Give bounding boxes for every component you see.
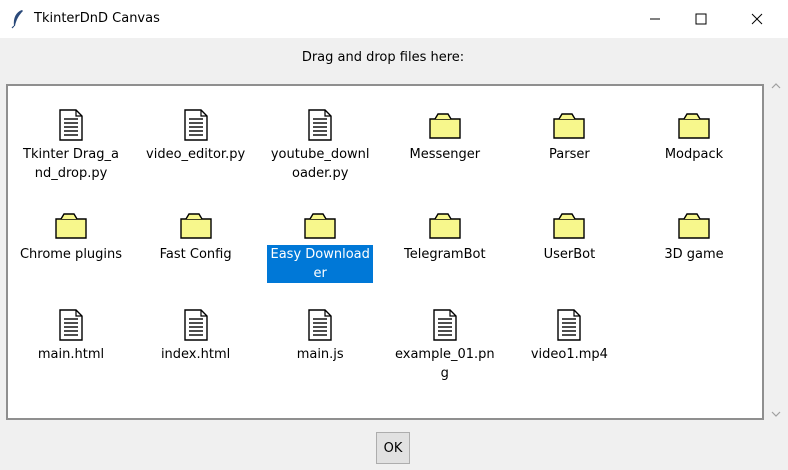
item-label: 3D game <box>664 247 724 262</box>
text-file-icon <box>553 308 585 342</box>
minimize-button[interactable] <box>632 0 678 38</box>
file-item[interactable]: youtube_downloader.py <box>258 108 382 183</box>
folder-icon <box>304 208 336 242</box>
item-label: Modpack <box>664 147 724 162</box>
file-item[interactable]: Tkinter Drag_and_drop.py <box>9 108 133 183</box>
maximize-icon <box>695 13 707 25</box>
text-file-icon <box>429 308 461 342</box>
title-bar: TkinterDnD Canvas <box>0 0 788 38</box>
close-button[interactable] <box>734 0 780 38</box>
feather-icon <box>11 10 23 29</box>
item-label: UserBot <box>543 247 596 262</box>
file-item[interactable]: main.html <box>9 308 133 364</box>
file-item[interactable]: video_editor.py <box>134 108 258 164</box>
vertical-scrollbar[interactable] <box>768 76 784 422</box>
item-label: example_01.png <box>394 347 495 381</box>
item-label: index.html <box>160 347 231 362</box>
item-label: video1.mp4 <box>530 347 608 362</box>
close-icon <box>751 13 763 25</box>
text-file-icon <box>180 308 212 342</box>
text-file-icon <box>180 108 212 142</box>
folder-item[interactable]: Easy Downloader <box>258 208 382 283</box>
folder-item[interactable]: 3D game <box>632 208 756 264</box>
folder-item[interactable]: UserBot <box>507 208 631 264</box>
folder-icon <box>55 208 87 242</box>
text-file-icon <box>304 108 336 142</box>
item-label: main.js <box>296 347 344 362</box>
folder-item[interactable]: Fast Config <box>134 208 258 264</box>
folder-icon <box>429 208 461 242</box>
maximize-button[interactable] <box>678 0 724 38</box>
scroll-down-button[interactable] <box>768 406 784 422</box>
item-label: Chrome plugins <box>19 247 123 262</box>
folder-item[interactable]: Modpack <box>632 108 756 164</box>
chevron-down-icon <box>771 411 781 417</box>
file-item[interactable]: video1.mp4 <box>507 308 631 364</box>
text-file-icon <box>55 108 87 142</box>
folder-icon <box>678 208 710 242</box>
folder-icon <box>553 108 586 142</box>
minimize-icon <box>650 18 660 20</box>
folder-item[interactable]: Chrome plugins <box>9 208 133 264</box>
folder-item[interactable]: TelegramBot <box>383 208 507 264</box>
drop-canvas[interactable]: Tkinter Drag_and_drop.py video_editor.py y… <box>6 84 764 420</box>
chevron-up-icon <box>771 83 781 89</box>
text-file-icon <box>304 308 336 342</box>
item-label: Tkinter Drag_and_drop.py <box>23 147 119 181</box>
item-label: Messenger <box>409 147 481 162</box>
ok-button[interactable]: OK <box>376 432 410 464</box>
item-label: Fast Config <box>159 247 232 262</box>
drop-prompt: Drag and drop files here: <box>301 50 465 65</box>
window-title: TkinterDnD Canvas <box>34 11 160 26</box>
text-file-icon <box>55 308 87 342</box>
folder-item[interactable]: Parser <box>507 108 631 164</box>
file-item[interactable]: main.js <box>258 308 382 364</box>
item-label: main.html <box>37 347 105 362</box>
file-item[interactable]: index.html <box>134 308 258 364</box>
item-label: TelegramBot <box>404 247 486 262</box>
folder-icon <box>553 208 586 242</box>
item-label: video_editor.py <box>146 147 246 162</box>
item-label: Parser <box>549 147 590 162</box>
folder-icon <box>429 108 461 142</box>
folder-icon <box>678 108 710 142</box>
folder-item[interactable]: Messenger <box>383 108 507 164</box>
file-item[interactable]: example_01.png <box>383 308 507 383</box>
item-label: Easy Downloader <box>267 245 374 283</box>
scroll-up-button[interactable] <box>768 78 784 94</box>
folder-icon <box>179 208 212 242</box>
item-label: youtube_downloader.py <box>270 147 370 181</box>
